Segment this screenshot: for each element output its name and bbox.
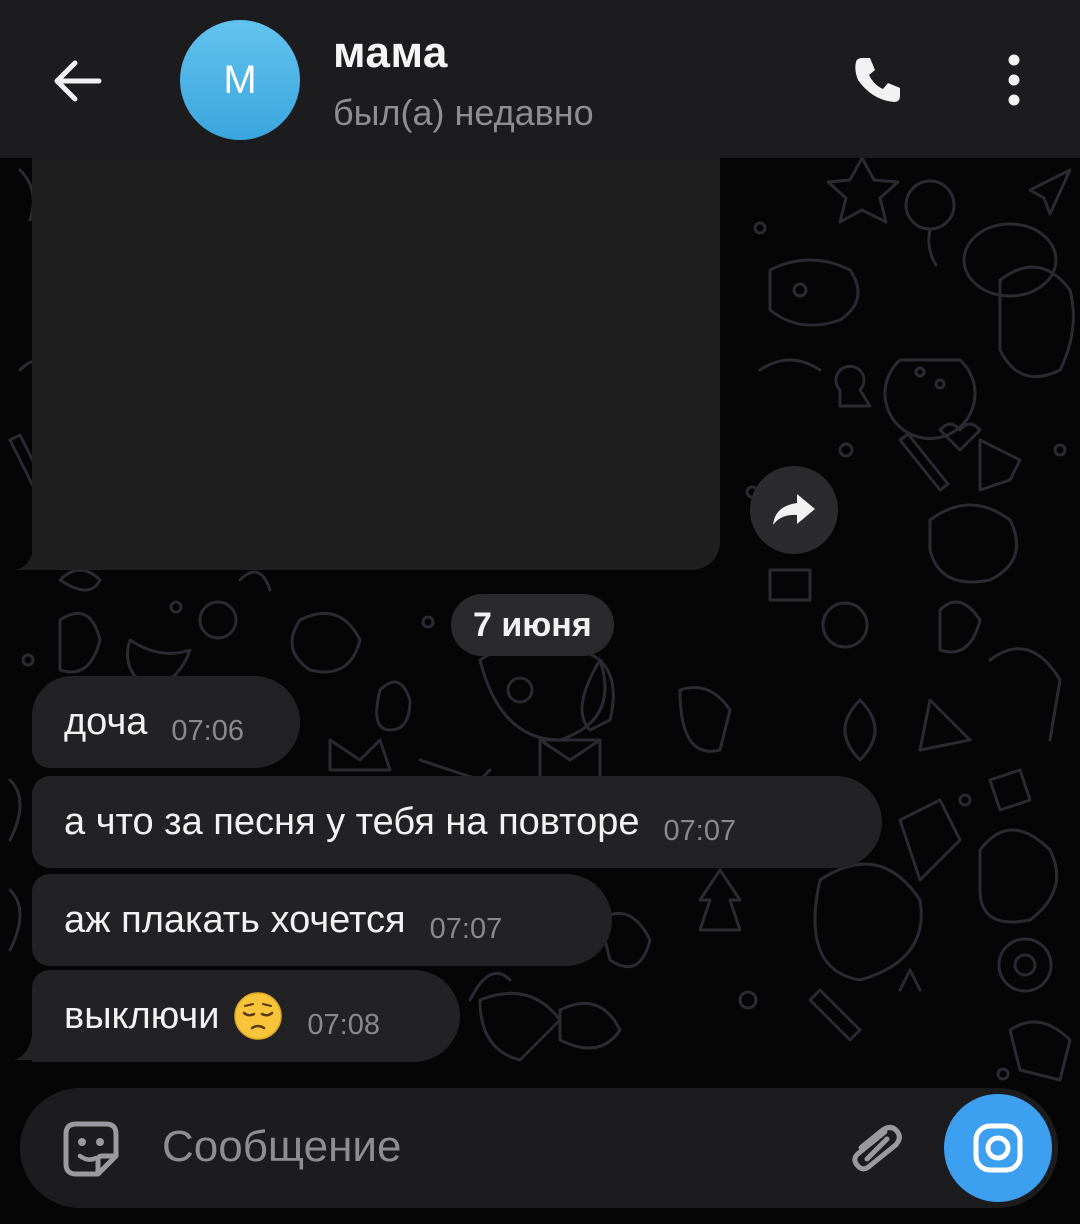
call-button[interactable] bbox=[846, 48, 910, 112]
message-text: аж плакать хочется bbox=[64, 898, 406, 941]
chat-screen: М мама был(а) недавно 7 июня доча 07:06 … bbox=[0, 0, 1080, 1224]
message-bubble[interactable]: выключи 07:08 bbox=[32, 970, 460, 1062]
message-bubble[interactable]: доча 07:06 bbox=[32, 676, 300, 768]
more-vertical-icon bbox=[1008, 54, 1020, 106]
share-arrow-icon bbox=[773, 494, 815, 525]
bubble-tail bbox=[14, 1036, 50, 1060]
last-seen-status: был(а) недавно bbox=[333, 92, 594, 133]
avatar[interactable]: М bbox=[180, 20, 300, 140]
message-text: выключи bbox=[64, 994, 220, 1037]
attach-button[interactable] bbox=[840, 1114, 910, 1184]
message-bubble[interactable]: а что за песня у тебя на повторе 07:07 bbox=[32, 776, 882, 868]
message-text: доча bbox=[64, 700, 148, 743]
bubble-tail bbox=[16, 548, 56, 570]
forward-button[interactable] bbox=[750, 466, 838, 554]
camera-icon bbox=[973, 1123, 1023, 1173]
date-separator: 7 июня bbox=[451, 594, 614, 656]
message-time: 07:08 bbox=[307, 1008, 380, 1041]
message-time: 07:06 bbox=[171, 714, 244, 747]
paperclip-icon bbox=[852, 1125, 902, 1172]
chat-header: М мама был(а) недавно bbox=[0, 0, 1080, 158]
message-text: а что за песня у тебя на повторе bbox=[64, 800, 640, 843]
message-input[interactable]: Сообщение bbox=[162, 1122, 401, 1172]
more-menu-button[interactable] bbox=[990, 48, 1038, 112]
message-time: 07:07 bbox=[663, 814, 737, 847]
message-time: 07:07 bbox=[429, 912, 503, 945]
camera-button[interactable] bbox=[944, 1094, 1052, 1202]
arrow-left-icon bbox=[54, 60, 102, 102]
sticker-button[interactable] bbox=[56, 1114, 126, 1184]
chat-title[interactable]: мама bbox=[333, 28, 448, 78]
sticker-icon bbox=[63, 1121, 119, 1177]
avatar-letter: М bbox=[223, 57, 257, 102]
back-button[interactable] bbox=[46, 50, 108, 112]
message-bubble[interactable]: аж плакать хочется 07:07 bbox=[32, 874, 612, 966]
media-message-bubble[interactable] bbox=[32, 158, 720, 570]
pensive-face-emoji bbox=[234, 992, 283, 1040]
phone-icon bbox=[855, 58, 900, 102]
